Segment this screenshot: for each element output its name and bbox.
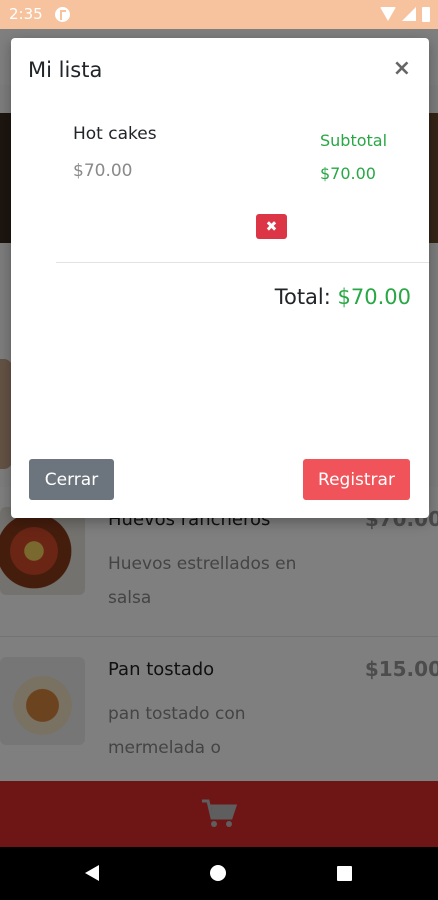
status-time: 2:35: [9, 5, 43, 23]
cart-item-price: $70.00: [73, 161, 133, 181]
status-icons: [380, 6, 430, 22]
cart-item-name: Hot cakes: [73, 124, 157, 144]
back-icon[interactable]: [85, 865, 99, 881]
close-icon[interactable]: ×: [393, 56, 411, 81]
wifi-icon: [380, 7, 396, 21]
remove-item-button[interactable]: ✖: [256, 214, 287, 239]
subtotal-label: Subtotal: [320, 131, 388, 150]
subtotal-value: $70.00: [320, 164, 376, 183]
total-label: Total:: [274, 285, 338, 309]
close-button[interactable]: Cerrar: [29, 459, 114, 500]
navigation-bar: [0, 847, 438, 900]
status-bar: 2:35: [0, 0, 438, 29]
modal-title: Mi lista: [28, 58, 103, 82]
total-row: Total: $70.00: [275, 285, 411, 309]
notification-app-icon: [55, 7, 70, 22]
divider: [56, 262, 429, 263]
signal-icon: [402, 7, 416, 21]
cart-modal: Mi lista × Hot cakes $70.00 Subtotal $70…: [11, 38, 429, 518]
home-icon[interactable]: [210, 865, 226, 881]
recent-apps-icon[interactable]: [337, 866, 352, 881]
battery-icon: [422, 6, 430, 22]
remove-icon: ✖: [265, 218, 278, 235]
register-button[interactable]: Registrar: [303, 459, 410, 500]
total-value: $70.00: [337, 285, 411, 309]
